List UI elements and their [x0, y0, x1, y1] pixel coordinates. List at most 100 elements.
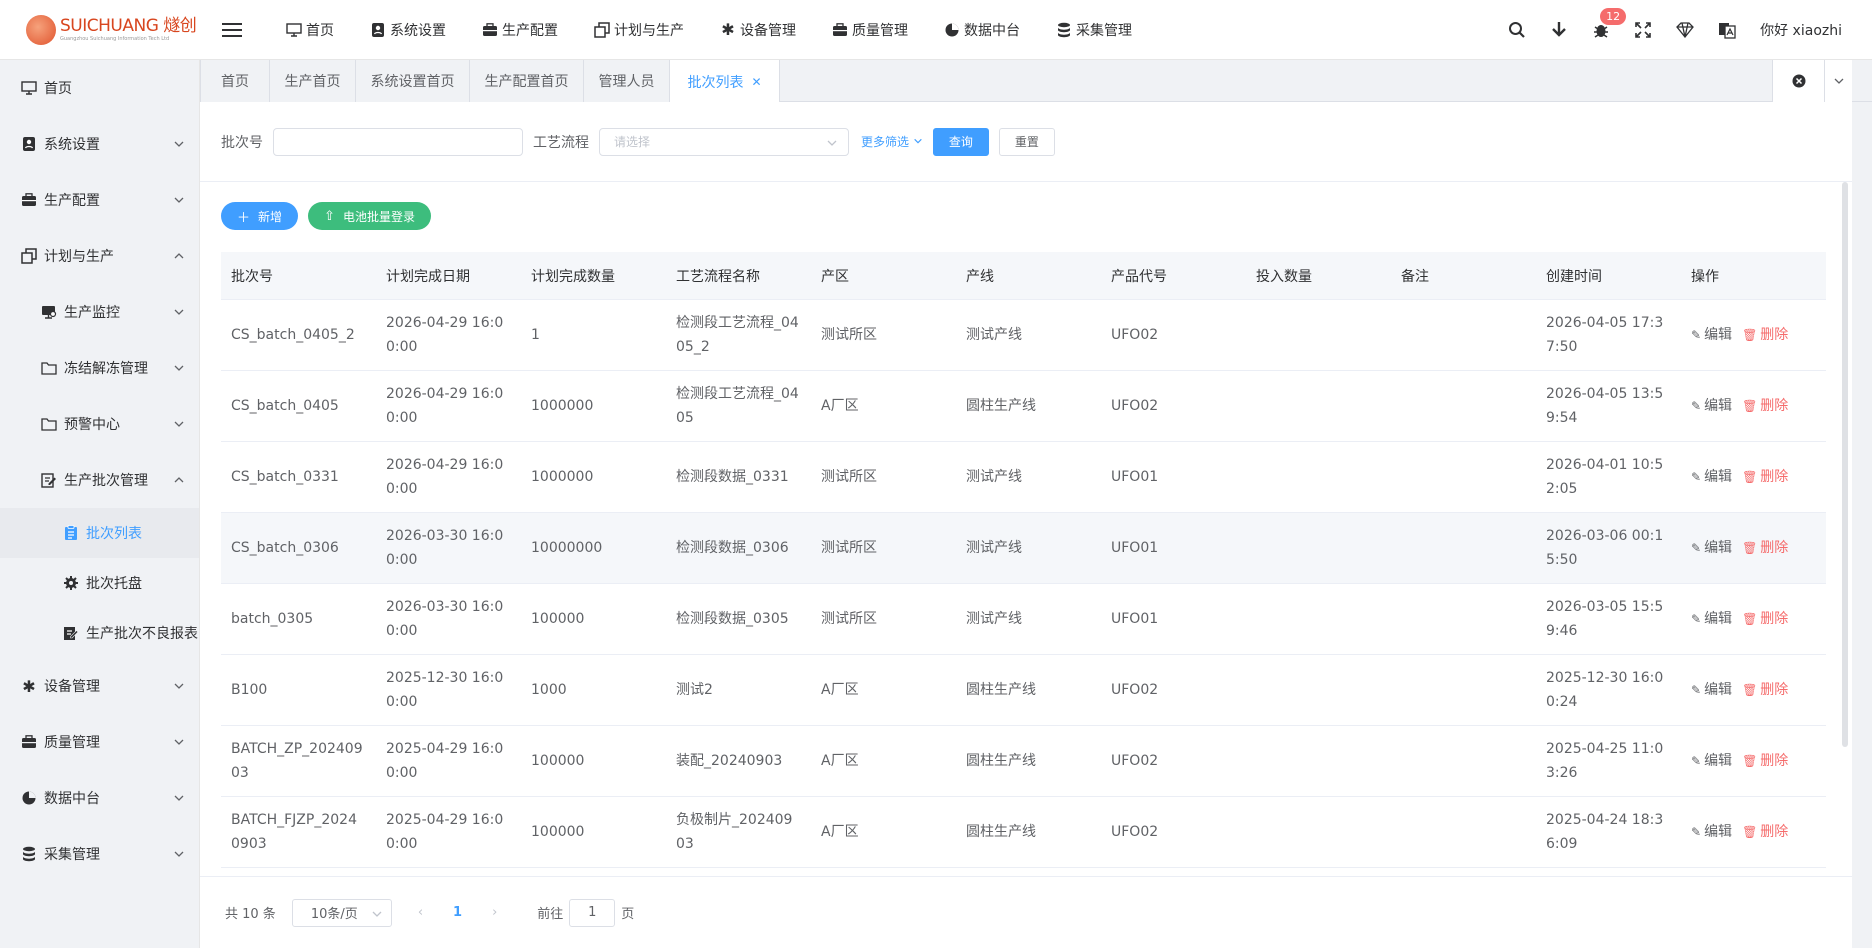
cell-plan-date: 2025-04-29 16:00:00 [386, 741, 504, 781]
database-icon [20, 845, 38, 863]
delete-button[interactable]: 🗑 删除 [1742, 678, 1788, 702]
sidebar-item-system[interactable]: 系统设置 [0, 116, 199, 172]
tab-system-home[interactable]: 系统设置首页 [356, 60, 470, 102]
battery-login-button[interactable]: ⇧ 电池批量登录 [308, 202, 431, 230]
table-row[interactable]: batch_0305 2026-03-30 16:00:00 100000 检测段数据… [221, 584, 1826, 655]
username[interactable]: 你好 xiaozhi [1760, 20, 1842, 40]
sidebar-item-home[interactable]: 首页 [0, 60, 199, 116]
tab-config-home[interactable]: 生产配置首页 [470, 60, 584, 102]
delete-button[interactable]: 🗑 删除 [1742, 749, 1788, 773]
table-row[interactable]: CS_batch_0331 2026-04-29 16:00:00 1000000 检… [221, 442, 1826, 513]
bug-notification-icon[interactable]: 12 [1590, 7, 1627, 41]
topnav-plan[interactable]: 计划与生产 [576, 0, 702, 60]
cell-line: 圆柱生产线 [966, 753, 1036, 769]
edit-button[interactable]: ✎ 编辑 [1691, 465, 1732, 489]
tab-batch-list[interactable]: 批次列表 ✕ [670, 60, 780, 103]
cell-batch: CS_batch_0331 [231, 469, 339, 485]
delete-button[interactable]: 🗑 删除 [1742, 394, 1788, 418]
edit-button[interactable]: ✎ 编辑 [1691, 820, 1732, 844]
table-row[interactable]: CS_batch_0405 2026-04-29 16:00:00 1000000 检… [221, 371, 1826, 442]
delete-button[interactable]: 🗑 删除 [1742, 323, 1788, 347]
topnav-collect[interactable]: 采集管理 [1038, 0, 1150, 60]
language-icon[interactable] [1716, 19, 1738, 41]
edit-button[interactable]: ✎ 编辑 [1691, 323, 1732, 347]
close-circle-icon [1792, 74, 1805, 88]
tab-home[interactable]: 首页 [200, 60, 270, 102]
query-button[interactable]: 查询 [932, 127, 989, 156]
sidebar-item-monitor[interactable]: 生产监控 [0, 284, 199, 340]
page-size-select[interactable]: 10条/页 [291, 898, 392, 927]
sidebar-item-equipment[interactable]: ✱ 设备管理 [0, 658, 199, 714]
process-select[interactable]: 请选择 [599, 127, 849, 156]
table-row[interactable]: B100 2025-12-30 16:00:00 1000 测试2 A厂区 圆柱生产线 UF… [221, 655, 1826, 726]
close-all-tabs-button[interactable] [1773, 60, 1825, 102]
total-count: 共 10 条 [225, 907, 276, 922]
search-icon[interactable] [1506, 19, 1528, 41]
main-content: 批次号 工艺流程 请选择 更多筛选 查询 重置 ＋新增 ⇧ 电池批量登录 批次号 … [200, 102, 1852, 948]
edit-icon: ✎ [1691, 825, 1702, 839]
download-arrow-icon[interactable] [1548, 19, 1570, 41]
trash-icon: 🗑 [1742, 754, 1758, 768]
table-row[interactable]: BATCH_FJZP_20240903 2025-04-29 16:00:00 10… [221, 797, 1826, 868]
sidebar-item-batch-defect[interactable]: 生产批次不良报表 [0, 608, 199, 658]
table-row[interactable]: CS_batch_0306 2026-03-30 16:00:00 10000000… [221, 513, 1826, 584]
topnav-home[interactable]: 首页 [268, 0, 352, 60]
briefcase-icon [20, 191, 38, 209]
topnav-equipment[interactable]: ✱ 设备管理 [702, 0, 814, 60]
sidebar-item-batch-list[interactable]: 批次列表 [0, 508, 199, 558]
add-button[interactable]: ＋新增 [221, 202, 299, 230]
cell-product: UFO01 [1111, 611, 1159, 627]
delete-button[interactable]: 🗑 删除 [1742, 607, 1788, 631]
cell-line: 测试产线 [966, 469, 1022, 485]
topnav-config[interactable]: 生产配置 [464, 0, 576, 60]
edit-button[interactable]: ✎ 编辑 [1691, 536, 1732, 560]
sidebar-item-batch-tray[interactable]: 批次托盘 [0, 558, 199, 608]
logo[interactable]: SUICHUANG 燧创 Guangzhou Suichuang Informa… [0, 0, 200, 60]
topnav-quality[interactable]: 质量管理 [814, 0, 926, 60]
edit-button[interactable]: ✎ 编辑 [1691, 607, 1732, 631]
table-row[interactable]: BATCH_ZP_20240903 2025-04-29 16:00:00 1000… [221, 726, 1826, 797]
diamond-icon[interactable] [1674, 19, 1696, 41]
more-filters-link[interactable]: 更多筛选 [861, 133, 923, 150]
fullscreen-icon[interactable] [1632, 19, 1654, 41]
sidebar-item-plan[interactable]: 计划与生产 [0, 228, 199, 284]
close-icon[interactable]: ✕ [751, 75, 761, 89]
chevron-down-icon [174, 683, 184, 689]
delete-button[interactable]: 🗑 删除 [1742, 536, 1788, 560]
clone-icon [594, 21, 610, 38]
cell-product: UFO02 [1111, 327, 1159, 343]
sidebar-item-collect[interactable]: 采集管理 [0, 826, 199, 882]
tab-production-home[interactable]: 生产首页 [270, 60, 356, 102]
prev-page-button[interactable]: ‹ [418, 905, 423, 920]
delete-button[interactable]: 🗑 删除 [1742, 465, 1788, 489]
cell-created: 2025-04-24 18:36:09 [1546, 812, 1664, 852]
topnav-system[interactable]: 系统设置 [352, 0, 464, 60]
tab-managers[interactable]: 管理人员 [584, 60, 670, 102]
reset-button[interactable]: 重置 [998, 127, 1055, 156]
edit-button[interactable]: ✎ 编辑 [1691, 394, 1732, 418]
sidebar-item-config[interactable]: 生产配置 [0, 172, 199, 228]
tabs-dropdown-button[interactable] [1825, 60, 1852, 102]
topnav-data[interactable]: 数据中台 [926, 0, 1038, 60]
cell-line: 测试产线 [966, 327, 1022, 343]
sidebar-item-data[interactable]: 数据中台 [0, 770, 199, 826]
goto-page-input[interactable]: 1 [569, 898, 616, 927]
page-suffix: 页 [621, 907, 635, 922]
edit-button[interactable]: ✎ 编辑 [1691, 678, 1732, 702]
table-row[interactable]: CS_batch_0405_2 2026-04-29 16:00:00 1 检测段工艺… [221, 300, 1826, 371]
next-page-button[interactable]: › [492, 905, 497, 920]
sidebar-item-freeze[interactable]: 冻结解冻管理 [0, 340, 199, 396]
page-number[interactable]: 1 [453, 905, 462, 920]
edit-button[interactable]: ✎ 编辑 [1691, 749, 1732, 773]
menu-toggle-icon[interactable] [222, 19, 242, 41]
cell-batch: CS_batch_0306 [231, 540, 339, 556]
vertical-scrollbar[interactable] [1842, 182, 1848, 747]
clipboard-icon [62, 524, 80, 542]
cell-created: 2026-04-05 17:37:50 [1546, 315, 1664, 355]
sidebar-item-quality[interactable]: 质量管理 [0, 714, 199, 770]
trash-icon: 🗑 [1742, 470, 1758, 484]
sidebar-item-warning[interactable]: 预警中心 [0, 396, 199, 452]
sidebar-item-batch-mgmt[interactable]: 生产批次管理 [0, 452, 199, 508]
delete-button[interactable]: 🗑 删除 [1742, 820, 1788, 844]
batch-input[interactable] [273, 127, 523, 156]
